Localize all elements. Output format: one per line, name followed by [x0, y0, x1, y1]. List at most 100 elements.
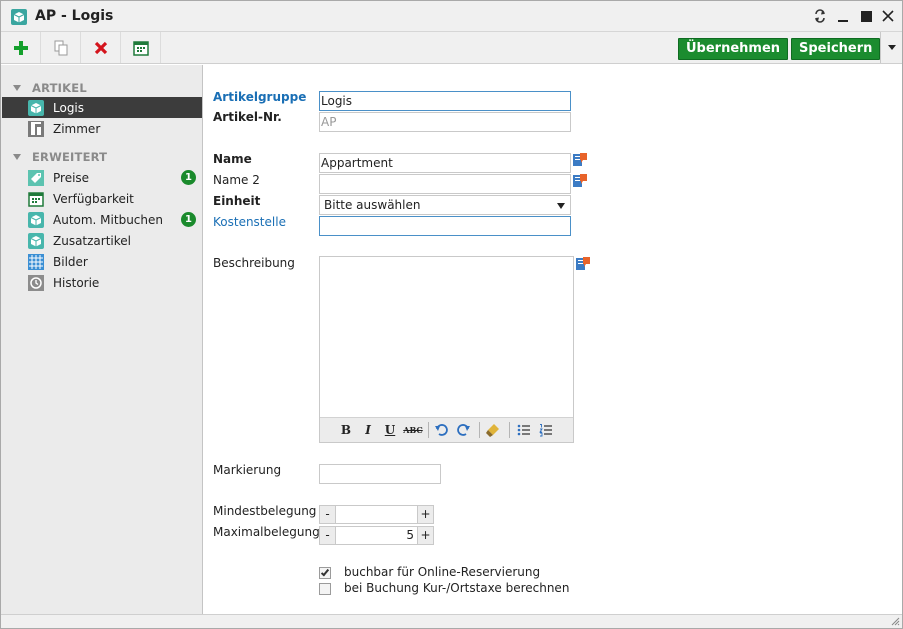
- sidebar-item-preise[interactable]: Preise 1: [2, 167, 202, 188]
- markierung-label: Markierung: [213, 463, 282, 477]
- copy-button[interactable]: [41, 32, 81, 63]
- sidebar-item-label: Historie: [53, 275, 100, 290]
- maximalbelegung-decrement-button[interactable]: -: [319, 526, 336, 545]
- sidebar-item-zimmer[interactable]: Zimmer: [2, 118, 202, 139]
- bold-icon[interactable]: B: [339, 422, 353, 438]
- calendar-export-icon: [132, 40, 149, 56]
- italic-icon[interactable]: I: [361, 422, 375, 438]
- maximalbelegung-stepper[interactable]: 5: [336, 526, 417, 545]
- grid-icon: [28, 253, 44, 270]
- collapse-triangle-icon: [13, 154, 21, 160]
- translate-icon[interactable]: [575, 256, 591, 272]
- restore-icon[interactable]: [811, 7, 829, 25]
- delete-button[interactable]: [81, 32, 121, 63]
- sidebar-item-label: Bilder: [53, 254, 88, 269]
- kurtaxe-checkbox[interactable]: [319, 583, 331, 595]
- price-tag-icon: [28, 169, 44, 186]
- name2-field[interactable]: [319, 174, 571, 194]
- markierung-field[interactable]: [319, 464, 441, 484]
- sidebar-item-zusatzartikel[interactable]: Zusatzartikel: [2, 230, 202, 251]
- einheit-label: Einheit: [213, 194, 261, 208]
- cube-icon: [28, 211, 44, 228]
- redo-icon[interactable]: [456, 422, 472, 438]
- history-icon: [28, 274, 44, 291]
- window-title: AP - Logis: [35, 8, 114, 24]
- name-field[interactable]: Appartment: [319, 153, 571, 173]
- count-badge: 1: [181, 212, 196, 227]
- kostenstelle-label: Kostenstelle: [213, 215, 286, 229]
- app-window: AP - Logis Übernehmen Speichern ARTIKEL …: [0, 0, 903, 629]
- strikethrough-icon[interactable]: ABC: [403, 422, 423, 438]
- artikelnr-field[interactable]: AP: [319, 112, 571, 132]
- cube-icon: [28, 99, 44, 116]
- toolbar-divider: [479, 422, 480, 438]
- sidebar-section-erweitert[interactable]: ERWEITERT: [13, 150, 107, 164]
- resize-grip-icon[interactable]: [891, 617, 900, 626]
- maximalbelegung-label: Maximalbelegung: [213, 525, 320, 539]
- mindestbelegung-label: Mindestbelegung: [213, 504, 317, 518]
- artikelgruppe-field[interactable]: Logis: [319, 91, 571, 111]
- article-form: Artikelgruppe Logis Artikel-Nr. AP Name …: [204, 65, 902, 614]
- sidebar-item-label: Autom. Mitbuchen: [53, 212, 163, 227]
- sidebar-item-label: Preise: [53, 170, 90, 185]
- artikelnr-label: Artikel-Nr.: [213, 110, 282, 124]
- toolbar: Übernehmen Speichern: [1, 32, 902, 64]
- sidebar-item-historie[interactable]: Historie: [2, 272, 202, 293]
- cube-icon: [28, 232, 44, 249]
- sidebar-section-artikel[interactable]: ARTIKEL: [13, 81, 87, 95]
- checkmark-icon: [320, 567, 330, 577]
- maximalbelegung-increment-button[interactable]: +: [417, 526, 434, 545]
- numbered-list-icon[interactable]: [538, 422, 554, 438]
- sidebar: ARTIKEL Logis Zimmer ERWEITERT Preise 1: [1, 65, 203, 614]
- einheit-select[interactable]: Bitte auswählen: [319, 195, 571, 215]
- online-reservierung-label: buchbar für Online-Reservierung: [344, 565, 541, 579]
- sidebar-item-label: Zimmer: [53, 121, 101, 136]
- sidebar-item-label: Verfügbarkeit: [53, 191, 134, 206]
- maximize-icon[interactable]: [857, 7, 875, 25]
- calendar-export-button[interactable]: [121, 32, 161, 63]
- calendar-icon: [28, 191, 44, 207]
- apply-button[interactable]: Übernehmen: [678, 38, 789, 60]
- delete-icon: [94, 41, 107, 54]
- sidebar-item-verfuegbarkeit[interactable]: Verfügbarkeit: [2, 188, 202, 209]
- minimize-icon[interactable]: [834, 7, 852, 25]
- status-bar: [1, 614, 902, 628]
- toolbar-divider: [428, 422, 429, 438]
- translate-icon[interactable]: [572, 173, 588, 189]
- mindestbelegung-increment-button[interactable]: +: [417, 505, 434, 524]
- chevron-down-icon: [887, 45, 896, 50]
- beschreibung-editor[interactable]: B I U ABC: [319, 256, 574, 443]
- online-reservierung-checkbox[interactable]: [319, 567, 331, 579]
- toolbar-divider: [509, 422, 510, 438]
- add-button[interactable]: [1, 32, 41, 63]
- sidebar-item-logis[interactable]: Logis: [2, 97, 202, 118]
- more-dropdown[interactable]: [880, 32, 902, 63]
- translate-icon[interactable]: [572, 152, 588, 168]
- count-badge: 1: [181, 170, 196, 185]
- einheit-selected-value: Bitte auswählen: [324, 198, 421, 212]
- sidebar-item-bilder[interactable]: Bilder: [2, 251, 202, 272]
- door-icon: [28, 120, 44, 137]
- bullet-list-icon[interactable]: [516, 422, 532, 438]
- mindestbelegung-stepper[interactable]: [336, 505, 417, 524]
- save-button[interactable]: Speichern: [791, 38, 881, 60]
- add-icon: [13, 40, 28, 55]
- mindestbelegung-decrement-button[interactable]: -: [319, 505, 336, 524]
- sidebar-item-label: Zusatzartikel: [53, 233, 131, 248]
- collapse-triangle-icon: [13, 85, 21, 91]
- title-bar: AP - Logis: [1, 1, 902, 32]
- cube-icon: [11, 9, 27, 25]
- rich-text-toolbar: B I U ABC: [320, 417, 573, 442]
- artikelgruppe-label: Artikelgruppe: [213, 90, 307, 104]
- copy-icon: [54, 40, 67, 55]
- underline-icon[interactable]: U: [383, 422, 397, 438]
- beschreibung-label: Beschreibung: [213, 256, 295, 270]
- close-icon[interactable]: [879, 7, 897, 25]
- undo-icon[interactable]: [433, 422, 449, 438]
- sidebar-item-autom-mitbuchen[interactable]: Autom. Mitbuchen 1: [2, 209, 202, 230]
- dropdown-arrow-icon: [557, 203, 565, 209]
- kurtaxe-label: bei Buchung Kur-/Ortstaxe berechnen: [344, 581, 570, 595]
- clear-format-icon[interactable]: [485, 422, 501, 438]
- name2-label: Name 2: [213, 173, 260, 187]
- kostenstelle-field[interactable]: [319, 216, 571, 236]
